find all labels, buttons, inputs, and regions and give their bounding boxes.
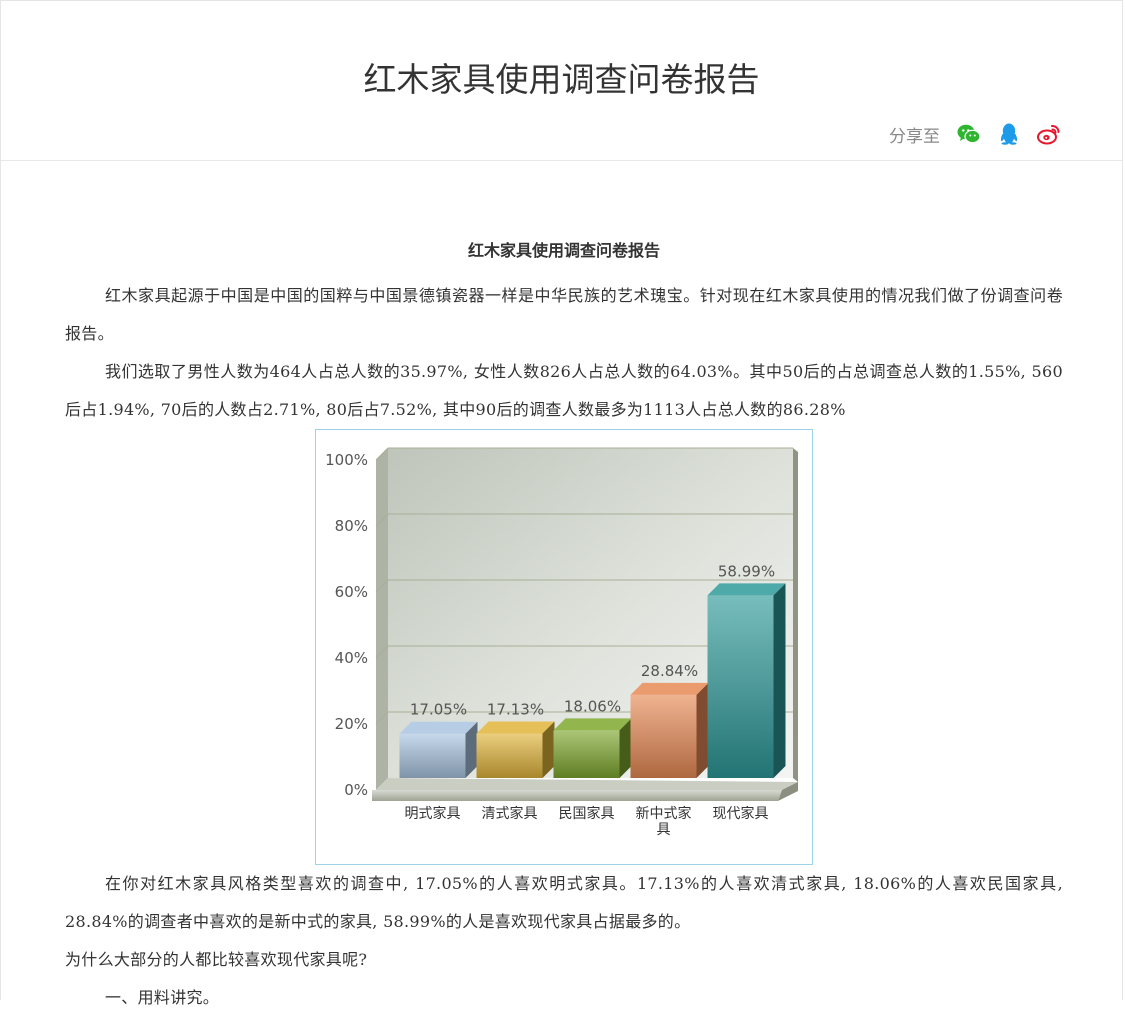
bar (476, 721, 555, 778)
qq-icon[interactable] (996, 121, 1022, 147)
share-label: 分享至 (889, 126, 940, 147)
paragraph-demographics: 我们选取了男性人数为464人占总人数的35.97%, 女性人数826人占总人数的… (65, 362, 1063, 419)
bar-front (630, 694, 697, 778)
y-tick-label: 80% (335, 517, 368, 535)
page: 红木家具使用调查问卷报告 分享至 红木家具使用调查问卷报告 红木家具起源于中国是… (0, 0, 1123, 1007)
bar-value-label: 17.05% (410, 701, 467, 719)
paragraph-point-one: 一、用料讲究。 (105, 988, 220, 1007)
bar-top (630, 682, 709, 695)
y-tick-label: 100% (325, 451, 368, 469)
y-tick-label: 60% (335, 583, 368, 601)
article-title: 红木家具使用调查问卷报告 (467, 241, 660, 260)
bar-chart-svg: 0% 20% 40% 60% 80% 100% 17.05% 明式家具 17.13% 清式家具 18… (325, 447, 798, 838)
bar-value-label: 28.84% (641, 662, 698, 680)
weibo-icon[interactable] (1036, 121, 1062, 147)
x-category-label: 清式家具 (482, 805, 538, 822)
x-category-label: 具 (657, 822, 671, 838)
paragraph-style-preference: 在你对红木家具风格类型喜欢的调查中, 17.05%的人喜欢明式家具。17.13%… (65, 874, 1063, 931)
bar-top (476, 721, 555, 734)
bar-value-label: 58.99% (718, 562, 775, 580)
bar-side (773, 583, 786, 778)
chart-side-wall (376, 448, 388, 790)
wechat-icon[interactable] (956, 121, 982, 147)
x-category-label: 民国家具 (559, 805, 615, 822)
bar-top (399, 721, 478, 734)
x-category-label: 现代家具 (713, 805, 769, 822)
bar-front (553, 730, 620, 778)
bar-value-label: 18.06% (564, 697, 621, 715)
x-category-label: 明式家具 (405, 805, 461, 822)
bar (553, 718, 632, 778)
bar (399, 721, 478, 778)
bar-front (399, 733, 466, 778)
chart-floor-top (376, 778, 798, 790)
bar-top (707, 583, 786, 596)
x-category-label: 新中式家 (636, 805, 692, 822)
bar-front (476, 733, 543, 778)
bar (707, 583, 786, 778)
paragraph-question: 为什么大部分的人都比较喜欢现代家具呢? (65, 950, 368, 969)
chart-floor-front (372, 790, 782, 801)
y-tick-label: 40% (335, 649, 368, 667)
bar-value-label: 17.13% (487, 700, 544, 718)
share-bar: 分享至 (889, 121, 1062, 147)
chart-right-edge (793, 448, 798, 782)
paragraph-intro: 红木家具起源于中国是中国的国粹与中国景德镇瓷器一样是中华民族的艺术瑰宝。针对现在… (65, 286, 1063, 343)
y-tick-label: 20% (335, 715, 368, 733)
y-tick-label: 0% (344, 781, 368, 799)
bar-side (696, 682, 709, 778)
bar-front (707, 595, 774, 778)
header: 红木家具使用调查问卷报告 分享至 (1, 1, 1122, 161)
page-title: 红木家具使用调查问卷报告 (363, 60, 760, 99)
article: 红木家具使用调查问卷报告 红木家具起源于中国是中国的国粹与中国景德镇瓷器一样是中… (65, 241, 1063, 1017)
bar (630, 682, 709, 778)
bar-chart: 0% 20% 40% 60% 80% 100% 17.05% 明式家具 17.13% 清式家具 18… (315, 429, 813, 865)
bar-top (553, 718, 632, 731)
